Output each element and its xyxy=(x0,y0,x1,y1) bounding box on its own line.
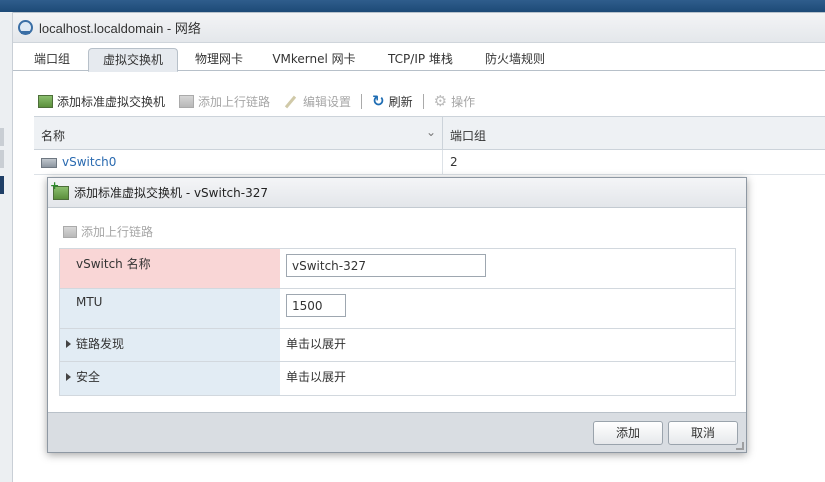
mtu-input[interactable] xyxy=(286,294,346,317)
security-expand-text[interactable]: 单击以展开 xyxy=(286,368,346,385)
tab-virtual-switches[interactable]: 虚拟交换机 xyxy=(88,48,178,72)
top-window-strip xyxy=(0,0,825,12)
dialog-title: 添加标准虚拟交换机 - vSwitch-327 xyxy=(74,186,268,200)
vswitch-name-input[interactable] xyxy=(286,254,486,277)
refresh-icon: ↻ xyxy=(372,92,385,110)
switch-settings-form: vSwitch 名称 MTU 链路发现 单击以展开 安全 xyxy=(59,248,736,396)
refresh-button[interactable]: ↻ 刷新 xyxy=(372,92,413,110)
security-cell[interactable]: 单击以展开 xyxy=(280,362,735,395)
actions-label: 操作 xyxy=(451,94,476,109)
add-uplink-button[interactable]: 添加上行链路 xyxy=(179,93,270,110)
add-standard-switch-dialog: 添加标准虚拟交换机 - vSwitch-327 添加上行链路 vSwitch 名… xyxy=(47,177,747,453)
edit-settings-button[interactable]: 编辑设置 xyxy=(284,93,351,110)
security-label[interactable]: 安全 xyxy=(60,362,280,395)
refresh-label: 刷新 xyxy=(388,94,413,109)
switch-icon xyxy=(41,158,57,168)
link-discovery-expand-text[interactable]: 单击以展开 xyxy=(286,335,346,352)
tab-port-groups[interactable]: 端口组 xyxy=(21,48,83,71)
link-discovery-cell[interactable]: 单击以展开 xyxy=(280,329,735,361)
form-row-mtu: MTU xyxy=(60,289,735,329)
form-row-link-discovery[interactable]: 链路发现 单击以展开 xyxy=(60,329,735,362)
dialog-footer: 添加 取消 xyxy=(48,412,746,452)
tab-firewall-rules[interactable]: 防火墙规则 xyxy=(476,48,554,71)
toolbar-separator xyxy=(361,93,363,109)
mtu-label: MTU xyxy=(60,289,280,328)
grid-header: 名称 ⌄ 端口组 xyxy=(34,116,825,150)
toolbar: 添加标准虚拟交换机 添加上行链路 编辑设置 ↻ 刷新 ⚙ 操作 xyxy=(13,90,825,112)
left-nav-strip xyxy=(0,12,13,482)
uplink-icon xyxy=(179,94,195,108)
dialog-header: 添加标准虚拟交换机 - vSwitch-327 xyxy=(48,178,746,208)
table-row[interactable]: vSwitch0 2 xyxy=(34,150,825,175)
portgroup-count: 2 xyxy=(450,155,458,169)
security-text: 安全 xyxy=(76,370,101,384)
link-discovery-text: 链路发现 xyxy=(76,337,125,351)
form-row-vswitch-name: vSwitch 名称 xyxy=(60,249,735,289)
expand-arrow-icon[interactable] xyxy=(66,373,71,381)
host-icon xyxy=(18,20,33,35)
column-divider xyxy=(442,150,443,175)
mtu-cell xyxy=(280,289,735,328)
tab-physical-nics[interactable]: 物理网卡 xyxy=(183,48,255,71)
nav-marker xyxy=(0,128,4,146)
nav-marker-active xyxy=(0,176,4,194)
dialog-add-uplink-label: 添加上行链路 xyxy=(81,225,154,239)
panel-header: localhost.localdomain - 网络 xyxy=(13,13,825,43)
resize-handle[interactable] xyxy=(736,442,744,450)
vswitch-name-link[interactable]: vSwitch0 xyxy=(62,155,116,169)
cancel-button[interactable]: 取消 xyxy=(668,421,738,445)
tab-vmkernel-nics[interactable]: VMkernel 网卡 xyxy=(265,48,363,71)
tab-bar: 端口组 虚拟交换机 物理网卡 VMkernel 网卡 TCP/IP 堆栈 防火墙… xyxy=(13,45,825,72)
column-header-portgroups[interactable]: 端口组 xyxy=(450,127,486,144)
gear-icon: ⚙ xyxy=(433,92,448,110)
column-divider xyxy=(442,117,443,150)
edit-settings-label: 编辑设置 xyxy=(303,94,352,109)
panel-title: localhost.localdomain - 网络 xyxy=(39,21,201,36)
tab-tcpip-stacks[interactable]: TCP/IP 堆栈 xyxy=(378,48,463,71)
pencil-icon xyxy=(284,95,299,108)
add-standard-switch-button[interactable]: 添加标准虚拟交换机 xyxy=(38,93,165,110)
add-button[interactable]: 添加 xyxy=(593,421,663,445)
link-discovery-label[interactable]: 链路发现 xyxy=(60,329,280,361)
vswitch-grid: 名称 ⌄ 端口组 vSwitch0 2 xyxy=(34,116,825,175)
expand-arrow-icon[interactable] xyxy=(66,340,71,348)
add-standard-switch-label: 添加标准虚拟交换机 xyxy=(57,94,166,109)
column-header-name[interactable]: 名称 xyxy=(41,127,65,144)
vswitch-name-label: vSwitch 名称 xyxy=(60,249,280,288)
add-uplink-label: 添加上行链路 xyxy=(198,94,271,109)
switch-icon xyxy=(38,94,53,108)
toolbar-separator xyxy=(422,93,424,109)
chevron-down-icon[interactable]: ⌄ xyxy=(426,125,436,139)
dialog-add-uplink-button[interactable]: 添加上行链路 xyxy=(63,223,153,240)
actions-button[interactable]: ⚙ 操作 xyxy=(434,92,475,110)
vswitch-name-cell xyxy=(280,249,735,288)
nav-marker xyxy=(0,150,4,168)
form-row-security[interactable]: 安全 单击以展开 xyxy=(60,362,735,395)
uplink-icon xyxy=(63,225,77,238)
add-switch-icon xyxy=(50,179,69,200)
